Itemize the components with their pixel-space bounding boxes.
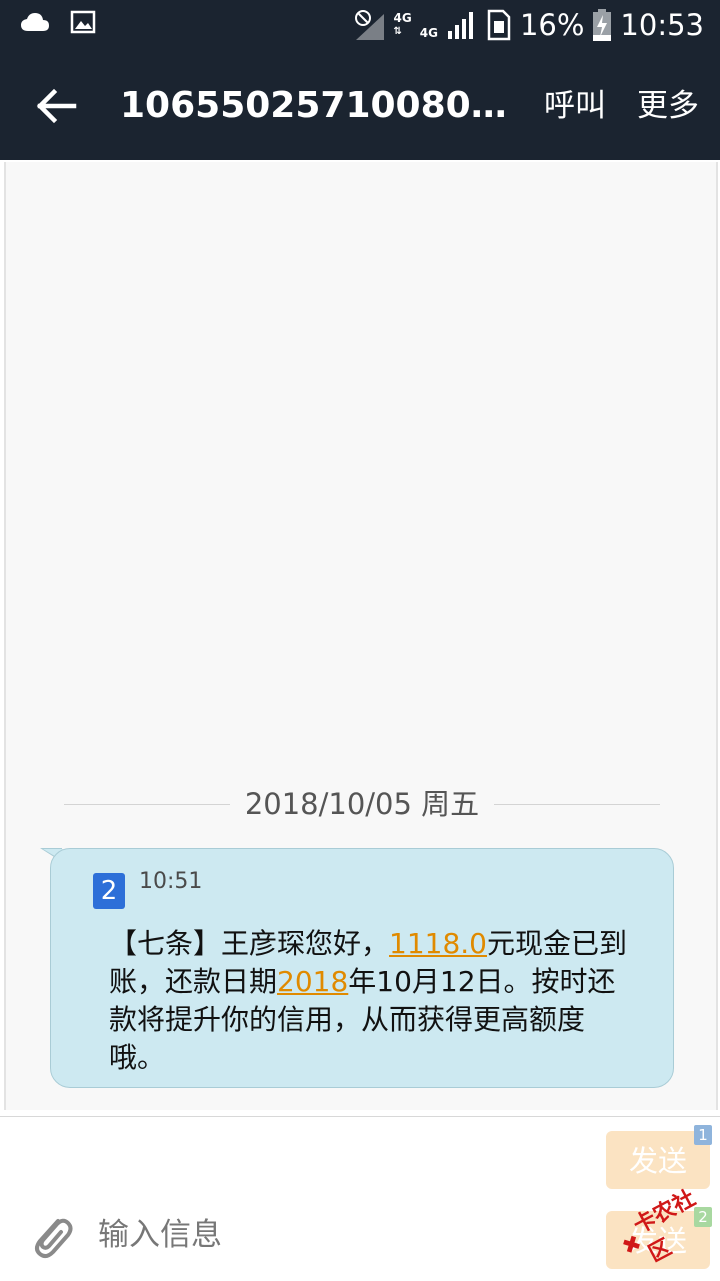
app-toolbar: 1065502571008072... 呼叫 更多	[0, 50, 720, 160]
network-arrows-icon: ⇅	[393, 26, 402, 37]
conversation-title: 1065502571008072...	[120, 85, 520, 126]
cloud-icon	[21, 13, 49, 31]
message-input[interactable]	[96, 1209, 590, 1261]
status-bar: 4G ⇅ 4G 16% 10:53	[0, 0, 720, 50]
call-button[interactable]: 呼叫	[544, 78, 606, 134]
network-type-bottom: 4G	[419, 26, 438, 40]
network-type-2: 4G	[420, 10, 438, 40]
sim-2-badge: 2	[93, 873, 125, 909]
year-link[interactable]: 2018	[277, 965, 348, 998]
network-type: 4G ⇅	[394, 12, 412, 38]
signal-icon	[447, 12, 473, 39]
date-separator: 2018/10/05 周五	[64, 784, 660, 824]
amount-link[interactable]: 1118.0	[389, 927, 487, 960]
back-arrow-icon[interactable]	[30, 80, 82, 132]
clock: 10:53	[620, 8, 704, 42]
message-text: 【七条】王彦琛您好，1118.0元现金已到账，还款日期2018年10月12日。按…	[109, 925, 639, 1077]
message-time: 10:51	[139, 869, 203, 894]
sim-card-icon	[487, 9, 511, 41]
image-icon	[70, 10, 96, 34]
more-button[interactable]: 更多	[637, 78, 699, 134]
blocked-icon	[354, 10, 384, 40]
message-bubble[interactable]: 2 10:51 【七条】王彦琛您好，1118.0元现金已到账，还款日期2018年…	[50, 848, 674, 1088]
battery-percent: 16%	[519, 8, 585, 42]
date-label: 2018/10/05 周五	[232, 787, 492, 821]
paperclip-icon[interactable]	[28, 1209, 76, 1261]
message-text-part: 【七条】王彦琛您好，	[109, 927, 390, 960]
sim-1-indicator: 1	[694, 1125, 712, 1145]
battery-charging-icon	[593, 9, 612, 41]
composer: 发送 1 发送 2	[0, 1116, 720, 1281]
message-list[interactable]: 2018/10/05 周五 2 10:51 【七条】王彦琛您好，1118.0元现…	[4, 162, 718, 1110]
network-type-top: 4G	[393, 11, 412, 25]
